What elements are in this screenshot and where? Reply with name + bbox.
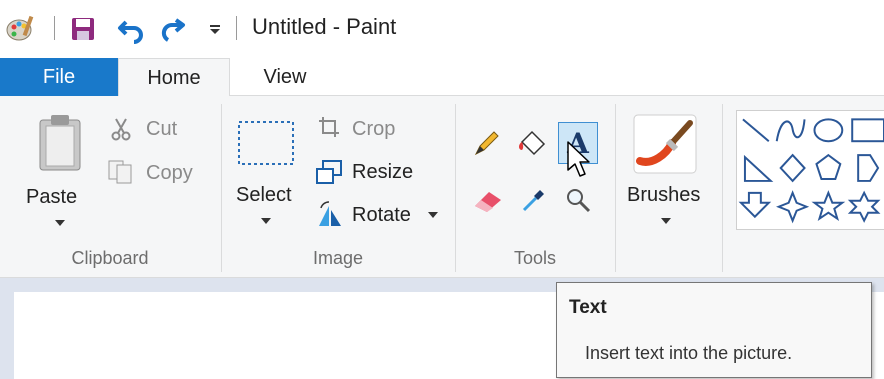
quick-access-separator [54,16,55,40]
curve-icon [775,119,806,142]
cut-button[interactable]: Cut [146,118,177,141]
rotate-dropdown-icon[interactable] [428,212,438,218]
rectangle-icon [851,118,884,143]
ribbon-tab-strip: File Home View [0,58,884,97]
shapes-gallery [736,110,884,230]
tab-file[interactable]: File [0,58,118,96]
text-tool-tooltip: Text Insert text into the picture. [556,282,872,378]
diamond-icon [779,153,806,183]
rotate-icon [314,200,346,228]
paste-icon[interactable] [34,112,86,174]
undo-icon[interactable] [114,12,148,46]
right-triangle-icon [743,154,774,182]
four-point-star-icon [776,190,810,224]
mouse-cursor-icon [566,140,592,180]
hexagon-icon [857,154,880,182]
window-title: Untitled - Paint [252,14,397,39]
clipboard-group-label: Clipboard [71,248,149,268]
customize-quick-access-icon[interactable] [198,12,232,46]
line-icon [742,118,770,142]
tooltip-description: Insert text into the picture. [585,343,793,363]
cut-icon [108,116,134,142]
pentagon-icon [815,153,842,180]
tab-home[interactable]: Home [118,58,230,97]
eraser-icon[interactable] [470,186,506,216]
crop-button[interactable]: Crop [352,118,395,141]
resize-button[interactable]: Resize [352,161,413,184]
six-point-star-icon [847,190,881,223]
crop-icon [316,114,342,140]
magnifier-icon[interactable] [562,184,594,216]
five-point-star-icon [811,190,846,222]
brushes-dropdown-icon[interactable] [661,218,671,224]
group-divider [615,104,616,272]
paste-dropdown-icon[interactable] [55,220,65,226]
group-divider [455,104,456,272]
brush-icon[interactable] [630,112,700,176]
tools-group-label: Tools [513,248,557,268]
fill-with-color-icon[interactable] [514,124,552,162]
group-divider [722,104,723,272]
redo-icon[interactable] [156,12,190,46]
select-icon[interactable] [236,118,296,168]
select-button[interactable]: Select [236,184,292,207]
tooltip-title: Text [569,297,607,318]
title-separator [236,16,237,40]
copy-icon [106,158,136,186]
down-arrow-icon [738,191,772,219]
copy-button[interactable]: Copy [146,162,193,185]
ribbon-home: Paste Cut Copy Clipboard Select Crop Res… [0,96,884,278]
image-group-label: Image [312,248,364,268]
resize-icon [314,158,344,186]
save-icon[interactable] [66,12,100,46]
group-divider [221,104,222,272]
brushes-button[interactable]: Brushes [627,184,700,207]
color-picker-icon[interactable] [518,184,550,216]
title-bar: Untitled - Paint [0,0,884,58]
select-dropdown-icon[interactable] [261,218,271,224]
tab-view[interactable]: View [240,58,330,96]
rotate-button[interactable]: Rotate [352,204,411,227]
pencil-icon[interactable] [470,126,504,160]
oval-icon [813,118,844,143]
paste-button[interactable]: Paste [26,186,77,209]
paint-palette-icon[interactable] [4,12,38,46]
